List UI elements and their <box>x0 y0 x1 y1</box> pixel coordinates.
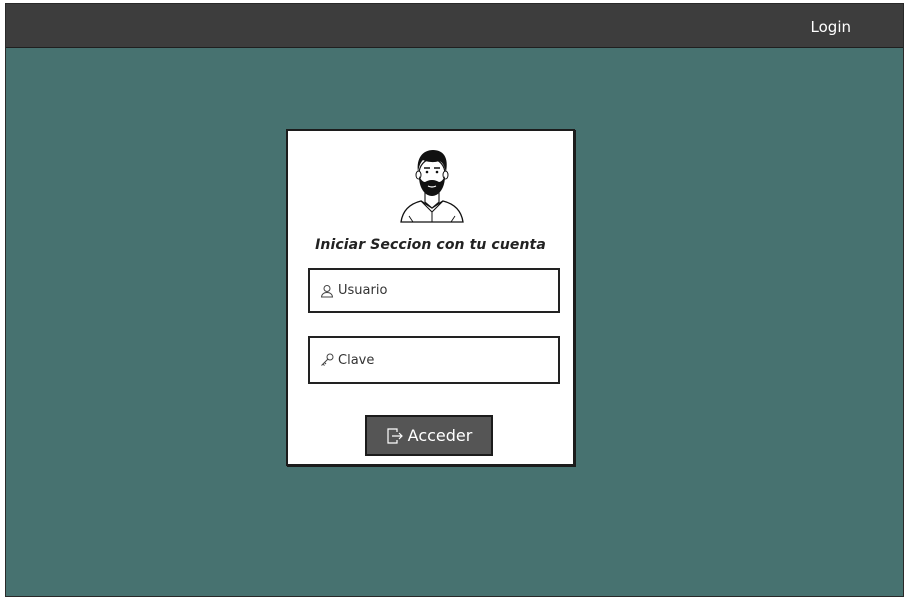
login-link[interactable]: Login <box>811 18 851 36</box>
login-card: Iniciar Seccion con tu cuenta Usuario Cl… <box>286 129 575 466</box>
username-placeholder: Usuario <box>338 283 388 298</box>
acceder-button[interactable]: Acceder <box>365 415 493 456</box>
password-field[interactable]: Clave <box>308 336 560 384</box>
acceder-label: Acceder <box>407 426 473 445</box>
key-icon <box>321 353 334 366</box>
password-placeholder: Clave <box>338 352 375 368</box>
app-window: Login Iniciar Seccion con tu cuenta Usua… <box>5 3 904 597</box>
sign-in-icon <box>387 427 403 444</box>
user-icon <box>320 284 334 297</box>
top-navbar: Login <box>6 4 903 48</box>
login-title: Iniciar Seccion con tu cuenta <box>315 237 546 253</box>
avatar-icon <box>400 150 464 223</box>
username-field[interactable]: Usuario <box>308 268 560 313</box>
